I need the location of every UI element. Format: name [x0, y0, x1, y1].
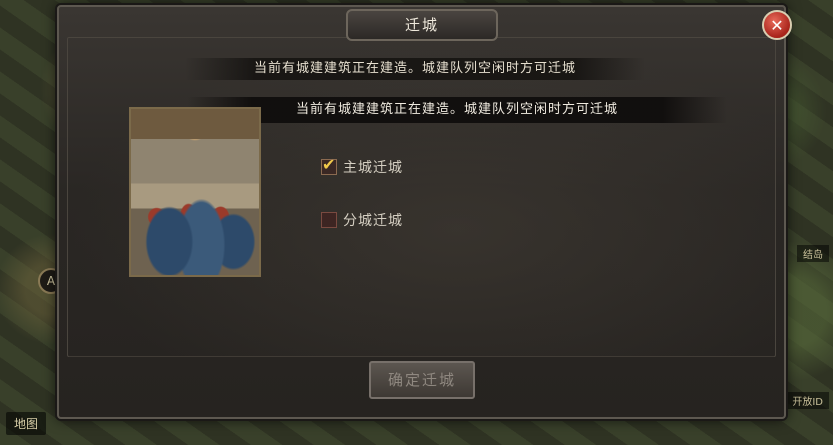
system-ticker-message: 当前有城建建筑正在建造。城建队列空闲时方可迁城 — [185, 58, 645, 80]
construction-notice: 当前有城建建筑正在建造。城建队列空闲时方可迁城 — [187, 97, 727, 123]
map-location-tag: 结岛 — [797, 245, 829, 262]
main-city-checkbox[interactable] — [321, 155, 337, 175]
map-id-tag: 开放ID — [786, 392, 829, 409]
main-city-relocate-option[interactable]: 主城迁城 — [321, 155, 403, 177]
dialog-title: 迁城 — [346, 9, 498, 41]
main-city-option-label: 主城迁城 — [343, 160, 403, 176]
branch-city-checkbox[interactable] — [321, 212, 337, 228]
map-button[interactable]: 地图 — [6, 412, 47, 435]
close-icon[interactable]: ✕ — [762, 10, 792, 40]
footer-divider — [69, 356, 774, 357]
confirm-relocate-button[interactable]: 确定迁城 — [369, 361, 475, 399]
branch-city-relocate-option[interactable]: 分城迁城 — [321, 210, 403, 230]
branch-city-option-label: 分城迁城 — [343, 213, 403, 229]
relocation-illustration — [129, 107, 261, 277]
